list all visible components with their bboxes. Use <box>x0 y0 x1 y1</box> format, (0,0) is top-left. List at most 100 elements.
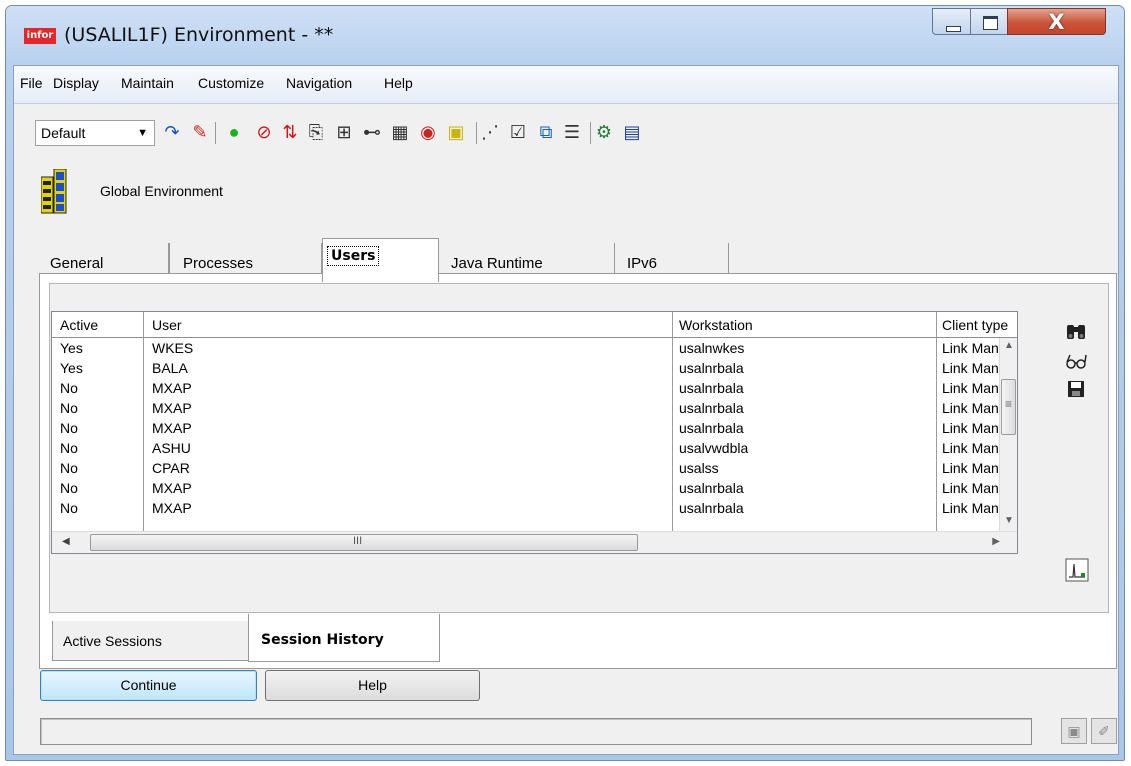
continue-button[interactable]: Continue <box>40 670 257 701</box>
infor-app-icon: infor <box>24 28 56 44</box>
cell-user: CPAR <box>152 460 190 476</box>
tab-label: Processes <box>183 255 254 272</box>
cell-user: MXAP <box>152 380 192 396</box>
table-row[interactable]: No MXAP usalnrbala Link Mana <box>52 498 1007 518</box>
network-icon[interactable]: ⋰ <box>478 120 502 144</box>
toolbar-separator <box>476 122 477 144</box>
cell-user: ASHU <box>152 440 191 456</box>
subtab-session-history[interactable]: Session History <box>248 614 440 662</box>
table-row[interactable]: No MXAP usalnrbala Link Mana <box>52 398 1007 418</box>
cell-workstation: usalvwdbla <box>679 440 749 456</box>
cell-active: Yes <box>60 360 83 376</box>
tree-icon[interactable]: ⊞ <box>332 120 356 144</box>
cell-active: No <box>60 500 78 516</box>
menu-help[interactable]: Help <box>384 75 413 91</box>
subtab-label: Active Sessions <box>63 633 162 649</box>
table-row[interactable]: No MXAP usalnrbala Link Mana <box>52 478 1007 498</box>
chart-icon[interactable] <box>1065 558 1089 582</box>
horizontal-scroll-thumb[interactable]: III <box>90 534 638 551</box>
tab-label: Users <box>326 246 380 266</box>
cell-active: No <box>60 460 78 476</box>
checklist-icon[interactable]: ☑ <box>506 120 530 144</box>
transfer-arrows-icon[interactable]: ⇅ <box>278 120 302 144</box>
scroll-grip: III <box>353 535 363 547</box>
copy-icon[interactable]: ⎘ <box>304 120 328 144</box>
global-environment-icon <box>41 169 67 214</box>
help-button[interactable]: Help <box>265 670 480 701</box>
view-select-value: Default <box>41 125 86 141</box>
environment-label: Global Environment <box>100 183 223 199</box>
cell-active: No <box>60 420 78 436</box>
tab-label: General <box>50 255 104 272</box>
grid-chart-icon[interactable]: ▤ <box>620 120 644 144</box>
windows-icon[interactable]: ⧉ <box>534 120 558 144</box>
table-row[interactable]: No MXAP usalnrbala Link Mana <box>52 418 1007 438</box>
a1-b3-icon[interactable]: ⊷ <box>360 120 384 144</box>
table-row[interactable]: No ASHU usalvwdbla Link Mana <box>52 438 1007 458</box>
vertical-scrollbar[interactable]: ▲ ▼ <box>999 338 1017 532</box>
table-row[interactable]: No CPAR usalss Link Mana <box>52 458 1007 478</box>
refresh-icon[interactable]: ↷ <box>160 120 184 144</box>
subtab-active-sessions[interactable]: Active Sessions <box>52 621 250 661</box>
title-bar[interactable]: infor (USALIL1F) Environment - ** X <box>6 6 1124 64</box>
scroll-down-icon[interactable]: ▼ <box>1000 515 1017 526</box>
clipboard-icon[interactable]: ▣ <box>1061 718 1087 744</box>
vertical-scroll-thumb[interactable] <box>1001 379 1016 435</box>
save-icon[interactable] <box>1065 378 1087 400</box>
cell-active: Yes <box>60 340 83 356</box>
cell-user: MXAP <box>152 480 192 496</box>
stop-red-icon[interactable]: ⊘ <box>252 120 276 144</box>
table-row[interactable]: Yes WKES usalnwkes Link Mana <box>52 338 1007 358</box>
menu-navigation[interactable]: Navigation <box>286 75 352 91</box>
edit-pencil-icon[interactable]: ✎ <box>188 120 212 144</box>
cell-active: No <box>60 480 78 496</box>
minimize-button[interactable] <box>932 8 971 35</box>
scroll-up-icon[interactable]: ▲ <box>1000 340 1017 351</box>
tab-label: Java Runtime <box>451 255 543 272</box>
toolbar-separator <box>590 122 591 144</box>
cell-user: WKES <box>152 340 194 356</box>
cell-active: No <box>60 440 78 456</box>
application-window: infor (USALIL1F) Environment - ** X File… <box>5 5 1125 761</box>
cell-active: No <box>60 400 78 416</box>
close-button[interactable]: X <box>1007 8 1106 35</box>
list-icon[interactable]: ☰ <box>560 120 584 144</box>
glasses-icon[interactable] <box>1065 350 1087 372</box>
tab-label: IPv6 <box>627 255 658 272</box>
cell-workstation: usalnrbala <box>679 480 744 496</box>
cell-user: MXAP <box>152 420 192 436</box>
cell-workstation: usalnrbala <box>679 500 744 516</box>
info-yellow-icon[interactable]: ▣ <box>444 120 468 144</box>
grid-header: Active User Workstation Client type <box>52 312 1017 338</box>
start-green-icon[interactable]: ● <box>222 120 246 144</box>
maximize-button[interactable] <box>970 8 1008 35</box>
print-preview-icon[interactable]: ✐ <box>1091 718 1117 744</box>
red-circle-delete-icon[interactable]: ◉ <box>416 120 440 144</box>
column-header-user[interactable]: User <box>152 317 182 333</box>
table-row[interactable]: No MXAP usalnrbala Link Mana <box>52 378 1007 398</box>
cell-active: No <box>60 380 78 396</box>
users-grid[interactable]: Active User Workstation Client type Yes W… <box>51 311 1018 554</box>
binoculars-icon[interactable] <box>1065 321 1087 343</box>
scroll-left-icon[interactable]: ◀ <box>62 536 70 547</box>
toolbar-separator <box>215 122 216 144</box>
tab-users[interactable]: Users <box>322 238 439 282</box>
column-header-client-type[interactable]: Client type <box>942 317 1017 333</box>
cell-workstation: usalnrbala <box>679 420 744 436</box>
client-area: File Display Maintain Customize Navigati… <box>13 65 1119 755</box>
menu-maintain[interactable]: Maintain <box>121 75 174 91</box>
tools-icon[interactable]: ⚙ <box>592 120 616 144</box>
window-title: (USALIL1F) Environment - ** <box>64 24 334 46</box>
menu-display[interactable]: Display <box>53 75 99 91</box>
close-icon: X <box>1048 10 1065 34</box>
scroll-right-icon[interactable]: ▶ <box>992 536 1000 547</box>
cell-user: BALA <box>152 360 188 376</box>
view-select[interactable]: Default ▼ <box>35 120 155 146</box>
document-bullets-icon[interactable]: ▦ <box>388 120 412 144</box>
menu-customize[interactable]: Customize <box>198 75 264 91</box>
horizontal-scrollbar[interactable]: ◀ III ▶ <box>52 531 1017 553</box>
column-header-active[interactable]: Active <box>60 317 98 333</box>
table-row[interactable]: Yes BALA usalnrbala Link Mana <box>52 358 1007 378</box>
column-header-workstation[interactable]: Workstation <box>679 317 753 333</box>
menu-file[interactable]: File <box>20 75 43 91</box>
